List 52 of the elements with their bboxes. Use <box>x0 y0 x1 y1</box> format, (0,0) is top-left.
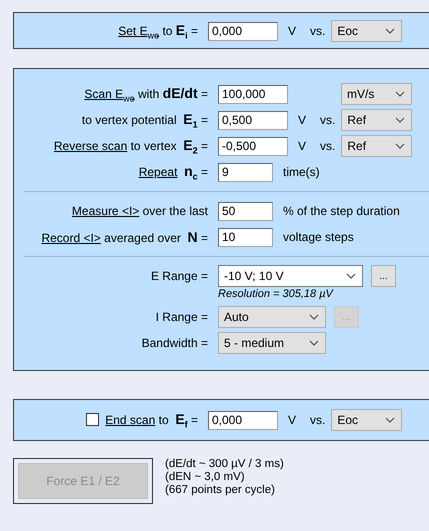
unit-label: % of the step duration <box>283 204 400 218</box>
field-label: Set E$_{we}$ to E$_{i}$ = <box>117 22 199 40</box>
field-label: E Range = <box>150 269 209 283</box>
unit-label: time(s) <box>283 165 320 179</box>
chevron-icon <box>385 28 396 34</box>
info-note: (dE/dt ~ 300 µV / 3 ms) <box>165 458 284 470</box>
field-label: I Range = <box>154 310 209 324</box>
vs-label: vs. <box>310 24 326 38</box>
more-button[interactable]: ... <box>371 265 396 287</box>
dropdown[interactable]: Auto <box>218 306 326 328</box>
vs-label: vs. <box>320 113 336 127</box>
dropdown[interactable]: -10 V; 10 V <box>218 265 363 287</box>
field-label: Record <I> averaged over N = <box>40 229 209 245</box>
unit-label: V <box>298 113 306 127</box>
chevron-icon <box>346 273 356 279</box>
chevron-icon <box>395 143 406 149</box>
dropdown[interactable]: 5 - medium <box>218 332 326 354</box>
vs-label: vs. <box>320 139 336 153</box>
field-label: Measure <I> over the last <box>70 204 209 218</box>
input-field[interactable]: 100,000 <box>218 84 288 104</box>
unit-label: voltage steps <box>283 230 354 244</box>
vs-label: vs. <box>310 413 326 427</box>
unit-label: V <box>288 24 296 38</box>
input-field[interactable]: 0,000 <box>208 22 278 40</box>
dropdown[interactable]: Eoc <box>331 20 402 42</box>
input-field[interactable]: 0,500 <box>218 110 288 130</box>
chevron-icon <box>385 417 396 423</box>
resolution-note: Resolution = 305,18 µV <box>218 288 333 300</box>
field-label: Scan E$_{we}$ with dE/dt = <box>83 84 209 104</box>
checkbox[interactable] <box>86 413 100 426</box>
unit-label: V <box>288 413 296 427</box>
chevron-icon <box>395 91 405 97</box>
input-field[interactable]: -0,500 <box>218 136 288 156</box>
field-label: to vertex potential E$_{1}$ = <box>80 110 209 130</box>
field-label: Repeat n$_{c}$ = <box>138 162 209 182</box>
chevron-icon <box>309 314 319 320</box>
field-label: End scan to E$_{f}$ = <box>105 410 198 430</box>
info-note: (dEN ~ 3,0 mV) <box>165 471 246 483</box>
unit-label: V <box>298 139 306 153</box>
input-field[interactable]: 0,000 <box>208 410 278 430</box>
input-field[interactable]: 9 <box>218 162 273 182</box>
field-label: Reverse scan to vertex E$_{2}$ = <box>52 136 209 156</box>
dropdown[interactable]: mV/s <box>341 83 412 105</box>
chevron-icon <box>309 340 319 346</box>
info-note: (667 points per cycle) <box>165 484 276 496</box>
dropdown[interactable]: Eoc <box>331 409 402 431</box>
input-field[interactable]: 50 <box>218 202 273 220</box>
field-label: Bandwidth = <box>140 336 209 350</box>
dropdown[interactable]: Ref <box>341 135 412 157</box>
dropdown[interactable]: Ref <box>341 109 412 131</box>
input-field[interactable]: 10 <box>218 228 273 246</box>
chevron-icon <box>395 117 406 123</box>
